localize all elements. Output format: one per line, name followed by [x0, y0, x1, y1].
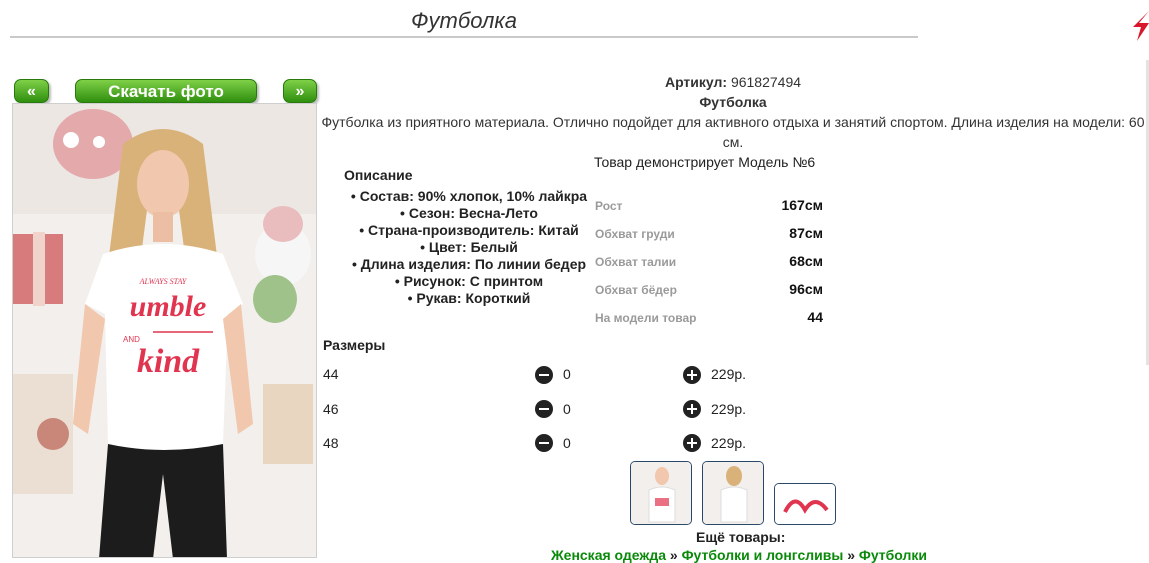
size-price: 229р.: [711, 435, 747, 451]
decrease-qty-icon[interactable]: [535, 366, 553, 384]
measurement-value: 87см: [789, 225, 823, 241]
increase-qty-icon[interactable]: [683, 400, 701, 418]
article-line: Артикул: 961827494: [318, 73, 1148, 91]
feature-item: Цвет: Белый: [346, 239, 592, 256]
measurement-label: Обхват талии: [595, 255, 677, 269]
measurement-row: Обхват груди 87см: [595, 225, 823, 241]
next-photo-button[interactable]: »: [283, 79, 317, 103]
breadcrumb-link[interactable]: Футболки: [859, 547, 927, 563]
description-heading: Описание: [344, 167, 413, 183]
size-price: 229р.: [711, 366, 747, 382]
measurement-value: 44: [807, 309, 823, 325]
qty-value: 0: [563, 366, 571, 382]
breadcrumb-link[interactable]: Футболки и лонгсливы: [682, 547, 844, 563]
increase-qty-icon[interactable]: [683, 366, 701, 384]
print-kind-text: kind: [137, 343, 200, 380]
article-value: 961827494: [730, 74, 802, 90]
model-photo-illustration: ALWAYS STAY umble AND kind: [13, 104, 316, 557]
article-label: Артикул:: [664, 74, 728, 90]
product-photo: ALWAYS STAY umble AND kind: [12, 103, 317, 558]
measurement-row: Обхват бёдер 96см: [595, 281, 823, 297]
close-icon[interactable]: [1133, 11, 1149, 41]
download-photo-button[interactable]: Скачать фото: [75, 79, 257, 103]
measurement-row: Обхват талии 68см: [595, 253, 823, 269]
feature-item: Рукав: Короткий: [346, 290, 592, 307]
feature-item: Состав: 90% хлопок, 10% лайкра: [346, 188, 592, 205]
decrease-qty-icon[interactable]: [535, 400, 553, 418]
prev-photo-button[interactable]: «: [14, 79, 49, 103]
feature-item: Рисунок: С принтом: [346, 273, 592, 290]
breadcrumb-separator: »: [847, 547, 855, 563]
measurement-label: На модели товар: [595, 311, 697, 325]
print-top-text: ALWAYS STAY: [139, 277, 188, 286]
more-products-heading: Ещё товары:: [696, 529, 786, 545]
size-label: 46: [323, 401, 339, 417]
size-label: 48: [323, 435, 339, 451]
page-title: Футболка: [10, 6, 918, 38]
size-label: 44: [323, 366, 339, 382]
measurement-row: Рост 167см: [595, 197, 823, 213]
qty-value: 0: [563, 401, 571, 417]
feature-item: Длина изделия: По линии бедер: [346, 256, 592, 273]
breadcrumb-link[interactable]: Женская одежда: [551, 547, 666, 563]
sizes-heading: Размеры: [323, 337, 386, 353]
print-main-text: umble: [130, 290, 207, 323]
product-description: Футболка из приятного материала. Отлично…: [321, 114, 1145, 150]
photo-thumbnail[interactable]: [774, 483, 836, 525]
feature-item: Страна-производитель: Китай: [346, 222, 592, 239]
feature-item: Сезон: Весна-Лето: [346, 205, 592, 222]
breadcrumb: Женская одежда » Футболки и лонгсливы » …: [551, 547, 927, 563]
measurement-label: Рост: [595, 199, 623, 213]
size-price: 229р.: [711, 401, 747, 417]
product-name: Футболка: [699, 94, 767, 110]
measurement-value: 167см: [781, 197, 823, 213]
feature-list: Состав: 90% хлопок, 10% лайкра Сезон: Ве…: [346, 188, 592, 307]
increase-qty-icon[interactable]: [683, 434, 701, 452]
decrease-qty-icon[interactable]: [535, 434, 553, 452]
model-note: Товар демонстрирует Модель №6: [594, 154, 816, 170]
measurement-label: Обхват груди: [595, 227, 675, 241]
measurement-row: На модели товар 44: [595, 309, 823, 325]
measurement-value: 68см: [789, 253, 823, 269]
qty-value: 0: [563, 435, 571, 451]
measurement-value: 96см: [789, 281, 823, 297]
photo-thumbnail[interactable]: [702, 461, 764, 525]
measurement-label: Обхват бёдер: [595, 283, 677, 297]
breadcrumb-separator: »: [669, 547, 678, 563]
photo-thumbnail[interactable]: [630, 461, 692, 525]
